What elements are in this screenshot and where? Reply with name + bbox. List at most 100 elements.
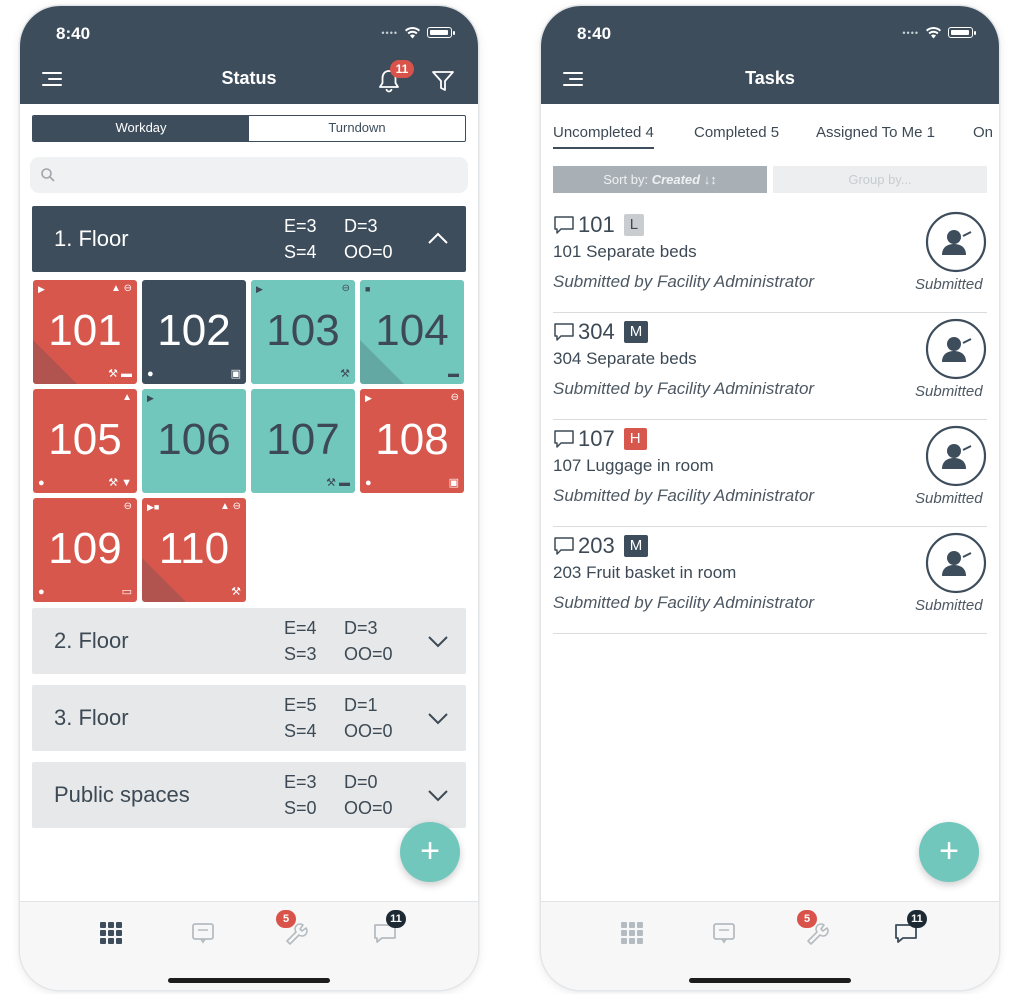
chevron-up-icon	[428, 232, 448, 244]
group-by-button[interactable]: Group by...	[773, 166, 987, 193]
tab-uncompleted[interactable]: Uncompleted 4	[553, 122, 654, 149]
priority-badge: M	[623, 535, 649, 557]
user-avatar-icon	[925, 318, 987, 380]
status-bar-icons: ••••	[902, 26, 976, 39]
task-row[interactable]: 107 H 107 Luggage in room Submitted by F…	[553, 420, 987, 527]
sort-button[interactable]: Sort by: Created ↓↕	[553, 166, 767, 193]
room-tile[interactable]: ▶ ⊖ 103 ⚒	[251, 280, 355, 384]
tab-messages[interactable]: 11	[893, 910, 927, 948]
notification-badge: 11	[390, 60, 414, 78]
tab-maintenance[interactable]: 5	[797, 910, 831, 948]
comment-icon	[554, 323, 574, 341]
room-tile[interactable]: ▶ 106	[142, 389, 246, 493]
room-tile[interactable]: ▶ ▲ ⊖ 101 ⚒ ▬	[33, 280, 137, 384]
sort-prefix: Sort by:	[603, 172, 652, 187]
tab-maintenance[interactable]: 5	[276, 910, 310, 948]
floor-stat-e: E=5	[284, 695, 317, 715]
sort-arrow-icon: ↓↕	[703, 172, 717, 187]
tab-notes[interactable]	[711, 920, 739, 948]
room-tile[interactable]: 102 ● ▣	[142, 280, 246, 384]
room-number: 109	[48, 524, 122, 573]
room-tile[interactable]: ■ 104 ▬	[360, 280, 464, 384]
floor-name: Public spaces	[54, 782, 190, 807]
task-filter-tabs: Uncompleted 4 Completed 5 Assigned To Me…	[553, 122, 999, 152]
room-number: 106	[157, 415, 231, 464]
floor-stat-d: D=1	[344, 695, 378, 715]
notifications-button[interactable]: 11	[376, 60, 414, 94]
maintenance-badge: 5	[276, 910, 296, 928]
floor-stats: E=5 D=1 S=4 OO=0	[284, 693, 414, 743]
task-row[interactable]: 304 M 304 Separate beds Submitted by Fac…	[553, 313, 987, 420]
room-number: 107	[266, 415, 340, 464]
luggage-icon: ▲	[122, 392, 132, 403]
dnd-icon: ⊖	[450, 392, 459, 403]
segment-workday[interactable]: Workday	[33, 116, 249, 141]
status-bar-time: 8:40	[56, 24, 91, 43]
play-icon: ▶	[256, 284, 263, 294]
tab-assigned-to-me[interactable]: Assigned To Me 1	[816, 122, 935, 144]
wrench-comment-icons: ⚒ ▬	[326, 477, 350, 489]
priority-badge: M	[623, 321, 649, 343]
task-room: 203 M	[553, 533, 649, 559]
tab-rooms[interactable]	[98, 920, 126, 948]
segment-turndown[interactable]: Turndown	[249, 116, 465, 141]
floor-3-header[interactable]: 3. Floor E=5 D=1 S=4 OO=0	[32, 685, 466, 751]
comment-icon	[554, 216, 574, 234]
person-icon: ●	[365, 477, 372, 489]
task-title: 203 Fruit basket in room	[553, 563, 737, 582]
floor-name: 2. Floor	[54, 628, 129, 653]
room-number: 102	[157, 306, 231, 355]
add-task-button[interactable]: +	[919, 822, 979, 882]
room-tile[interactable]: ▲ 105 ● ⚒ ▼	[33, 389, 137, 493]
note-icon: ▣	[448, 477, 459, 489]
task-title: 304 Separate beds	[553, 349, 697, 368]
public-spaces-header[interactable]: Public spaces E=3 D=0 S=0 OO=0	[32, 762, 466, 828]
play-icon: ▶	[38, 284, 45, 294]
task-row[interactable]: 203 M 203 Fruit basket in room Submitted…	[553, 527, 987, 634]
tab-rooms[interactable]	[619, 920, 647, 948]
chevron-down-icon	[428, 713, 448, 725]
task-room: 107 H	[553, 426, 647, 452]
tab-messages[interactable]: 11	[372, 910, 406, 948]
room-tile[interactable]: 107 ⚒ ▬	[251, 389, 355, 493]
status-screen: 8:40 •••• Status 11 Workday Turndown 1. …	[20, 6, 478, 990]
user-avatar-icon	[925, 211, 987, 273]
filter-icon[interactable]	[431, 70, 455, 92]
chevron-down-icon	[428, 636, 448, 648]
task-status: Submitted	[915, 490, 983, 507]
floor-stat-e: E=3	[284, 216, 317, 236]
floor-stat-d: D=3	[344, 216, 378, 236]
tasks-screen: 8:40 •••• Tasks Uncompleted 4 Completed …	[541, 6, 999, 990]
search-input[interactable]	[64, 157, 454, 193]
floor-2-header[interactable]: 2. Floor E=4 D=3 S=3 OO=0	[32, 608, 466, 674]
room-number: 110	[158, 524, 230, 573]
tab-bar: 5 11	[20, 901, 478, 990]
messages-badge: 11	[386, 910, 406, 928]
comment-icon: ▭	[121, 586, 132, 598]
floor-stat-s: S=4	[284, 721, 317, 741]
status-header: 8:40 •••• Status 11	[20, 6, 478, 104]
floor-stat-e: E=3	[284, 772, 317, 792]
user-avatar-icon	[925, 532, 987, 594]
signal-icon: ••••	[381, 27, 398, 38]
task-submitted-by: Submitted by Facility Administrator	[553, 379, 815, 398]
wifi-icon	[405, 27, 420, 39]
floor-stat-s: S=0	[284, 798, 317, 818]
task-row[interactable]: 101 L 101 Separate beds Submitted by Fac…	[553, 206, 987, 313]
tab-notes[interactable]	[190, 920, 218, 948]
add-button[interactable]: +	[400, 822, 460, 882]
floor-1-header[interactable]: 1. Floor E=3 D=3 S=4 OO=0	[32, 206, 466, 272]
floor-stat-d: D=0	[344, 772, 378, 792]
note-icon	[192, 923, 214, 944]
floor-stat-oo: OO=0	[344, 721, 393, 741]
tab-completed[interactable]: Completed 5	[694, 122, 779, 144]
task-title: 107 Luggage in room	[553, 456, 714, 475]
status-bar-icons: ••••	[381, 26, 455, 39]
user-avatar-icon	[925, 425, 987, 487]
room-tile[interactable]: ⊖ 109 ● ▭	[33, 498, 137, 602]
person-icon: ●	[38, 586, 45, 598]
room-tile[interactable]: ▶ ⊖ 108 ● ▣	[360, 389, 464, 493]
tab-on[interactable]: On	[973, 122, 993, 144]
room-tile[interactable]: ▶■ ▲ ⊖ 110 ⚒	[142, 498, 246, 602]
battery-icon	[427, 27, 455, 38]
